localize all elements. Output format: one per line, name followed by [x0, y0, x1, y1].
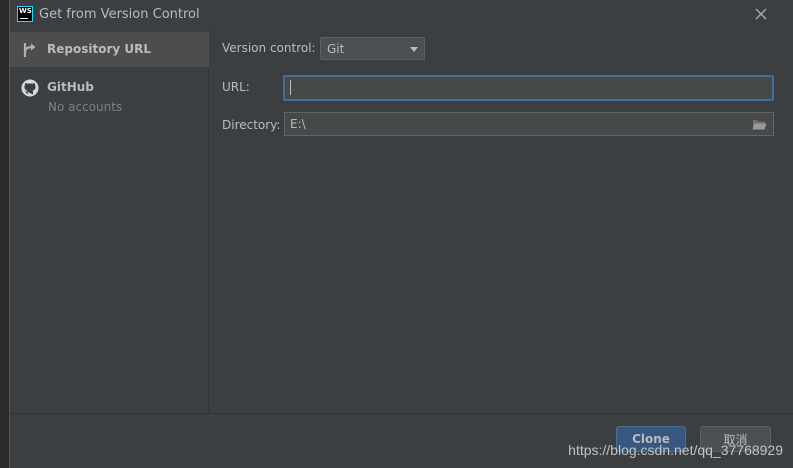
watermark-text: https://blog.csdn.net/qq_37768929 [568, 442, 783, 458]
directory-label: Directory: [222, 118, 281, 132]
version-control-label: Version control: [222, 41, 316, 55]
folder-open-icon[interactable] [752, 118, 767, 131]
text-caret [290, 80, 291, 95]
github-icon [21, 79, 39, 97]
vcs-branch-icon [21, 41, 39, 59]
sidebar-item-github[interactable]: GitHub No accounts [10, 70, 209, 115]
github-accounts-status: No accounts [48, 100, 123, 114]
sidebar-item-label: Repository URL [47, 42, 151, 56]
dialog-title: Get from Version Control [39, 7, 200, 22]
version-control-value: Git [327, 42, 345, 56]
clone-dialog: WS Get from Version Control Repository U… [9, 0, 793, 468]
sidebar-item-label: GitHub [47, 80, 94, 94]
version-control-select[interactable]: Git [320, 37, 425, 60]
url-label: URL: [222, 80, 250, 94]
chevron-down-icon [410, 47, 418, 52]
repository-url-form: Version control: Git URL: Directory: E:\ [210, 30, 793, 413]
directory-value: E:\ [290, 117, 306, 131]
vcs-sidebar: Repository URL GitHub No accounts [10, 30, 209, 413]
dialog-footer: Clone 取消 [10, 413, 793, 468]
title-bar: WS Get from Version Control [10, 0, 793, 30]
close-icon[interactable] [753, 6, 769, 22]
url-input[interactable] [283, 75, 774, 101]
sidebar-item-repository-url[interactable]: Repository URL [10, 32, 209, 67]
directory-field[interactable]: E:\ [284, 112, 774, 136]
webstorm-logo-icon: WS [17, 6, 33, 22]
